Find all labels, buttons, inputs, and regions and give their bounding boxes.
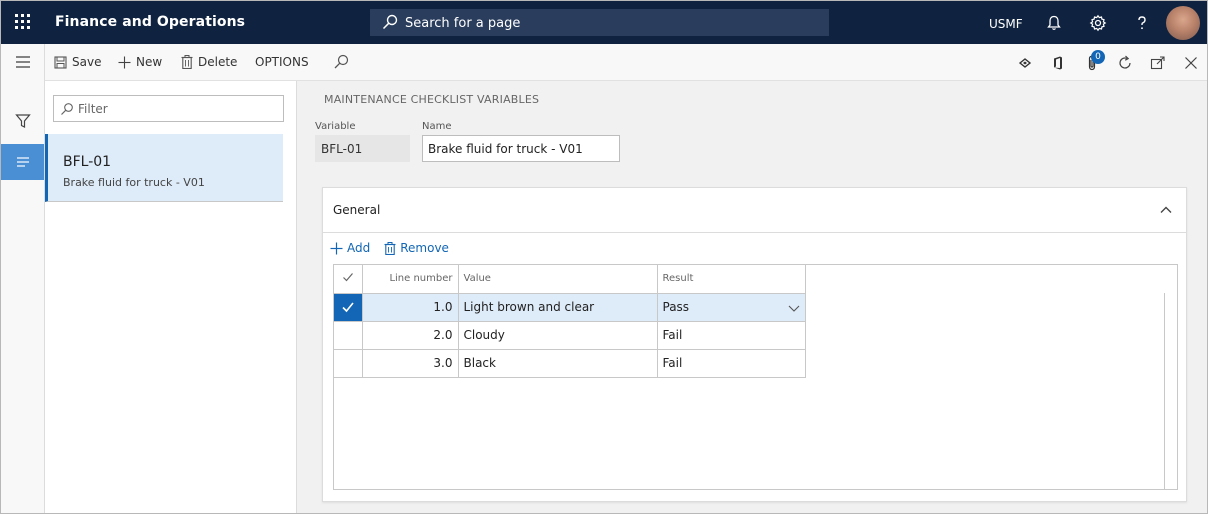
line-number-cell[interactable]: 2.0 [361,320,459,350]
result-value: Pass [662,300,690,314]
search-icon[interactable] [332,53,350,71]
trash-icon [384,241,396,255]
result-cell[interactable]: Fail [656,348,806,378]
options-button[interactable]: OPTIONS [255,55,309,69]
table-header-row: Line number Value Result [334,265,806,294]
attachment-count-badge: 0 [1091,50,1105,64]
plus-icon [330,242,343,254]
save-icon [54,55,67,69]
help-icon[interactable] [1133,14,1151,32]
delete-button[interactable]: Delete [181,55,237,69]
result-select[interactable]: Pass [656,292,806,322]
grid-scrollbar[interactable] [1164,293,1177,489]
fasttab-header[interactable]: General [323,188,1186,233]
hamburger-icon [15,56,30,68]
bell-icon[interactable] [1045,14,1063,32]
office-icon[interactable] [1049,54,1067,72]
search-icon [61,103,73,115]
line-number-cell[interactable]: 1.0 [361,292,459,322]
save-label: Save [72,55,102,69]
table-row[interactable]: 1.0 Light brown and clear Pass [334,292,806,322]
filter-field[interactable] [53,95,284,122]
refresh-icon[interactable] [1116,54,1134,72]
open-in-new-window-icon[interactable] [1149,54,1167,72]
general-fasttab: General Add Remove Line number Value Res… [322,187,1187,502]
table-row[interactable]: 3.0 Black Fail [334,348,806,378]
app-launcher-icon[interactable] [14,13,32,31]
nav-list-button[interactable] [1,144,44,180]
search-input[interactable]: Search for a page [370,9,829,36]
column-header-value[interactable]: Value [457,265,658,294]
top-bar: Finance and Operations Search for a page… [1,1,1207,44]
add-label: Add [347,241,371,255]
checkmark-icon [342,302,354,313]
new-button[interactable]: New [118,55,162,69]
variable-field: BFL-01 [315,135,410,162]
fasttab-title: General [333,203,381,217]
list-item-subtitle: Brake fluid for truck - V01 [63,176,205,189]
delete-label: Delete [198,55,238,69]
variable-label: Variable [315,121,356,132]
nav-filter-button[interactable] [1,103,44,139]
close-icon[interactable] [1182,54,1200,72]
remove-button[interactable]: Remove [384,241,449,255]
options-label: OPTIONS [255,55,309,69]
list-item[interactable]: BFL-01 Brake fluid for truck - V01 [45,134,283,202]
name-field[interactable] [422,135,620,162]
lines-grid: Line number Value Result 1.0 Light brown… [333,264,1178,490]
name-label: Name [422,121,452,132]
new-label: New [136,55,163,69]
gear-icon[interactable] [1089,14,1107,32]
main-content: MAINTENANCE CHECKLIST VARIABLES Variable… [297,81,1207,513]
company-picker[interactable]: USMF [989,17,1023,31]
row-selector[interactable] [334,320,363,350]
row-selector[interactable] [334,348,363,378]
list-icon [16,157,29,167]
page-caption: MAINTENANCE CHECKLIST VARIABLES [324,93,540,106]
app-title[interactable]: Finance and Operations [55,14,245,30]
chevron-down-icon[interactable] [787,301,801,315]
remove-label: Remove [400,241,449,255]
lines-table: Line number Value Result 1.0 Light brown… [334,265,806,378]
action-pane: Save New Delete OPTIONS [45,44,1207,81]
add-button[interactable]: Add [330,241,370,255]
nav-menu-button[interactable] [1,44,44,80]
chevron-up-icon[interactable] [1158,202,1174,218]
column-header-result[interactable]: Result [656,265,806,294]
checkmark-icon [342,273,353,282]
list-pane: BFL-01 Brake fluid for truck - V01 [45,81,297,513]
value-cell[interactable]: Cloudy [457,320,658,350]
nav-rail [1,44,45,513]
list-item-title: BFL-01 [63,154,112,170]
value-cell[interactable]: Black [457,348,658,378]
column-header-line-number[interactable]: Line number [361,265,459,294]
select-all-header[interactable] [334,265,363,294]
filter-input[interactable] [78,100,278,118]
search-icon [382,14,398,30]
trash-icon [181,55,193,69]
plus-icon [118,56,131,68]
search-placeholder: Search for a page [405,16,521,31]
app-window: Finance and Operations Search for a page… [0,0,1208,514]
line-number-cell[interactable]: 3.0 [361,348,459,378]
result-cell[interactable]: Fail [656,320,806,350]
row-selector[interactable] [334,292,363,322]
filter-icon [14,114,31,128]
grid-toolbar: Add Remove [330,241,463,255]
power-apps-icon[interactable] [1016,54,1034,72]
user-avatar[interactable] [1166,6,1200,40]
value-cell[interactable]: Light brown and clear [457,292,658,322]
table-row[interactable]: 2.0 Cloudy Fail [334,320,806,350]
save-button[interactable]: Save [54,55,101,69]
